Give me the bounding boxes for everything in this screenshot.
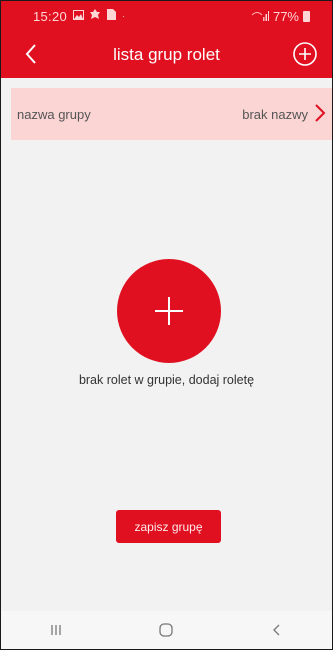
battery-percent: 77%: [272, 8, 299, 24]
add-roller-button[interactable]: [117, 259, 221, 363]
recents-button[interactable]: [36, 620, 76, 640]
app-screen: 15:20 · 77% lista grup rolet nazwa grupy: [0, 0, 333, 650]
back-icon: [272, 624, 280, 636]
group-name-label: nazwa grupy: [17, 106, 91, 122]
chevron-left-icon: [25, 44, 36, 64]
battery-icon: [303, 10, 310, 22]
empty-state-message: brak rolet w grupie, dodaj roletę: [78, 373, 255, 387]
page-title: lista grup rolet: [113, 44, 220, 64]
home-button[interactable]: [146, 620, 186, 640]
status-bar: 15:20 · 77%: [1, 1, 332, 31]
sim-icon: [106, 9, 117, 23]
plus-icon: [155, 297, 183, 325]
system-nav-bar: [1, 611, 332, 649]
group-name-value: brak nazwy: [242, 106, 308, 122]
status-right: 77%: [251, 9, 310, 24]
group-name-row[interactable]: nazwa grupy brak nazwy: [11, 88, 332, 140]
recents-icon: [51, 625, 61, 635]
gallery-icon: [73, 9, 85, 23]
signal-icon: [251, 9, 269, 24]
plus-circle-icon: [293, 42, 317, 66]
system-back-button[interactable]: [257, 620, 297, 640]
back-button[interactable]: [19, 41, 45, 67]
add-group-button[interactable]: [292, 41, 318, 67]
chevron-right-icon: [314, 103, 326, 125]
notification-icon: [90, 9, 101, 23]
home-icon: [159, 623, 174, 637]
status-time: 15:20: [33, 8, 68, 24]
save-group-button[interactable]: zapisz grupę: [116, 510, 221, 543]
app-bar: lista grup rolet: [1, 31, 332, 78]
